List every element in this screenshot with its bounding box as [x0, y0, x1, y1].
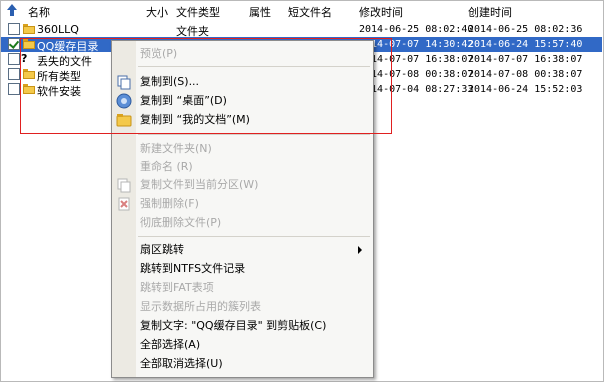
row-created: 2014-07-07 16:38:07: [468, 54, 583, 65]
row-created: 2014-06-24 15:57:40: [468, 39, 583, 50]
row-checkbox[interactable]: [8, 53, 20, 65]
menu-item-new-folder[interactable]: 新建文件夹(N): [140, 140, 212, 158]
copy-partition-icon: [117, 178, 131, 193]
folder-icon: [23, 24, 35, 34]
highlight-box: [20, 38, 392, 134]
col-size[interactable]: 大小: [146, 4, 168, 20]
menu-item-wipe-delete[interactable]: 彻底删除文件(P): [140, 214, 221, 232]
row-created: 2014-07-08 00:38:07: [468, 69, 583, 80]
col-short-name[interactable]: 短文件名: [288, 4, 332, 20]
submenu-arrow-icon: [358, 246, 362, 254]
row-created: 2014-06-24 15:52:03: [468, 84, 583, 95]
row-name: 360LLQ: [37, 23, 79, 36]
menu-separator: [138, 236, 370, 237]
col-created[interactable]: 创建时间: [468, 4, 512, 20]
menu-item-force-delete[interactable]: 强制删除(F): [140, 195, 199, 213]
menu-item-fat-jump[interactable]: 跳转到FAT表项: [140, 279, 214, 297]
menu-item-copy-text[interactable]: 复制文字: "QQ缓存目录" 到剪贴板(C): [140, 317, 326, 335]
col-attr[interactable]: 属性: [249, 4, 271, 20]
col-modified[interactable]: 修改时间: [359, 4, 403, 20]
row-checkbox[interactable]: [8, 23, 20, 35]
row-checkbox[interactable]: [8, 68, 20, 80]
menu-item-ntfs-jump[interactable]: 跳转到NTFS文件记录: [140, 260, 245, 278]
up-folder-icon[interactable]: [6, 3, 18, 17]
menu-separator: [138, 134, 370, 135]
row-created: 2014-06-25 08:02:36: [468, 24, 583, 35]
col-name[interactable]: 名称: [28, 4, 50, 20]
col-type[interactable]: 文件类型: [176, 4, 220, 20]
menu-item-cluster-list[interactable]: 显示数据所占用的簇列表: [140, 298, 261, 316]
row-checkbox[interactable]: [8, 38, 20, 50]
table-row[interactable]: 360LLQ 文件夹 2014-06-25 08:02:40 2014-06-2…: [1, 22, 602, 38]
menu-item-rename[interactable]: 重命名 (R): [140, 158, 193, 176]
menu-item-sector-jump[interactable]: 扇区跳转: [140, 241, 184, 259]
menu-item-deselect-all[interactable]: 全部取消选择(U): [140, 355, 223, 373]
row-checkbox[interactable]: [8, 83, 20, 95]
force-delete-icon: [118, 197, 130, 211]
menu-item-select-all[interactable]: 全部选择(A): [140, 336, 200, 354]
menu-item-copy-partition[interactable]: 复制文件到当前分区(W): [140, 176, 258, 194]
row-modified: 2014-06-25 08:02:40: [359, 24, 474, 35]
column-header: 名称 大小 文件类型 属性 短文件名 修改时间 创建时间: [1, 1, 602, 19]
